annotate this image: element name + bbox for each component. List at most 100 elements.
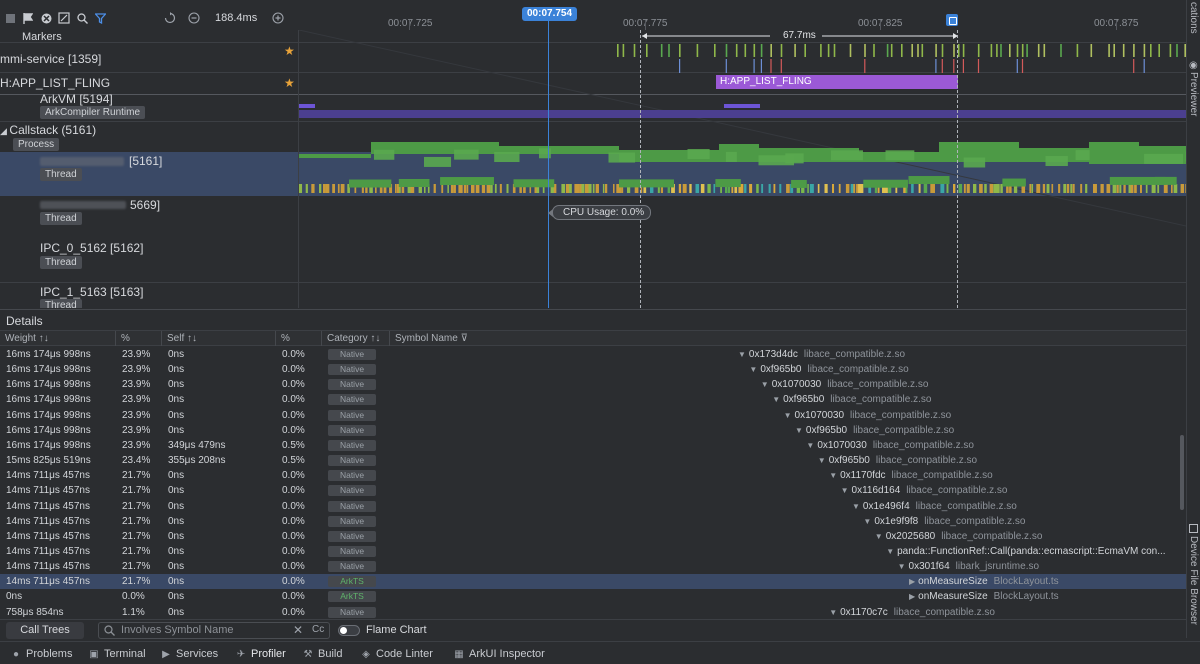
collapse-icon[interactable]: ▼ bbox=[818, 456, 826, 465]
table-row[interactable]: 14ms 711μs 457ns 21.7% 0ns 0.0% ArkTS ▶ onMeas… bbox=[0, 574, 1186, 590]
fling-lane-label[interactable]: H:APP_LIST_FLING bbox=[0, 76, 110, 90]
table-row[interactable]: 14ms 711μs 457ns 21.7% 0ns 0.0% Native ▼ 0x301… bbox=[0, 559, 1186, 574]
ipc0-lane-label[interactable]: IPC_0_5162 [5162] bbox=[40, 241, 143, 255]
fling-slice[interactable]: H:APP_LIST_FLING bbox=[716, 75, 958, 89]
expand-icon[interactable]: ▶ bbox=[909, 592, 915, 601]
tab-arkui-inspector[interactable]: ▦ ArkUI Inspector bbox=[453, 647, 545, 661]
range-end-handle[interactable] bbox=[946, 14, 958, 26]
collapse-icon[interactable]: ▼ bbox=[875, 532, 883, 541]
arkvm-lane-label[interactable]: ArkVM [5194] bbox=[40, 92, 113, 106]
table-row[interactable]: 14ms 711μs 457ns 21.7% 0ns 0.0% Native ▼ 0x116… bbox=[0, 483, 1186, 498]
symbol-cell[interactable]: ▼ 0x1170c7c libace_compatible.z.so bbox=[829, 605, 995, 619]
collapse-icon[interactable]: ▼ bbox=[841, 486, 849, 495]
table-row[interactable]: 758μs 854ns 1.1% 0ns 0.0% Native ▼ 0x1170c7c li… bbox=[0, 605, 1186, 619]
collapse-icon[interactable]: ▼ bbox=[829, 608, 837, 617]
collapse-icon[interactable]: ▼ bbox=[806, 441, 814, 450]
symbol-cell[interactable]: ▼ panda::FunctionRef::Call(panda::ecmascr… bbox=[886, 544, 1171, 559]
stop-icon[interactable] bbox=[2, 10, 18, 26]
tab-build[interactable]: ⚒ Build bbox=[302, 647, 343, 661]
thread-lane-label[interactable]: [5161] bbox=[129, 154, 162, 168]
table-row[interactable]: 14ms 711μs 457ns 21.7% 0ns 0.0% Native ▼ 0x1e9… bbox=[0, 514, 1186, 529]
tab-code-linter[interactable]: ◈ Code Linter bbox=[360, 647, 433, 661]
call-trees-button[interactable]: Call Trees bbox=[6, 622, 84, 639]
symbol-cell[interactable]: ▶ onMeasureSize BlockLayout.ts bbox=[909, 589, 1059, 604]
collapse-icon[interactable]: ▼ bbox=[852, 502, 860, 511]
symbol-cell[interactable]: ▼ 0x2025680 libace_compatible.z.so bbox=[875, 529, 1043, 544]
table-row[interactable]: 16ms 174μs 998ns 23.9% 0ns 0.0% Native ▼ 0x107… bbox=[0, 377, 1186, 392]
tab-terminal[interactable]: ▣ Terminal bbox=[88, 647, 145, 661]
zoom-in-icon[interactable] bbox=[270, 10, 286, 26]
collapse-icon[interactable]: ▼ bbox=[761, 380, 769, 389]
column-header-self[interactable]: Self ↑↓ bbox=[162, 331, 276, 346]
symbol-cell[interactable]: ▼ 0x1070030 libace_compatible.z.so bbox=[761, 377, 929, 392]
table-row[interactable]: 0ns 0.0% 0ns 0.0% ArkTS ▶ onMeasureSize BlockLa… bbox=[0, 589, 1186, 604]
column-header-category[interactable]: Category ↑↓ bbox=[322, 331, 390, 346]
symbol-cell[interactable]: ▼ 0x1070030 libace_compatible.z.so bbox=[806, 438, 974, 453]
table-row[interactable]: 14ms 711μs 457ns 21.7% 0ns 0.0% Native ▼ 0x1e4… bbox=[0, 499, 1186, 514]
table-row[interactable]: 14ms 711μs 457ns 21.7% 0ns 0.0% Native ▼ 0x117… bbox=[0, 468, 1186, 483]
collapse-icon[interactable]: ▼ bbox=[863, 517, 871, 526]
previewer-tab[interactable]: Previewer bbox=[1188, 72, 1199, 116]
flag-icon[interactable] bbox=[20, 10, 36, 26]
collapse-icon[interactable]: ▼ bbox=[784, 411, 792, 420]
cursor-time-badge[interactable]: 00:07.754 bbox=[522, 7, 578, 21]
collapse-icon[interactable]: ▼ bbox=[738, 350, 746, 359]
tab-profiler[interactable]: ✈ Profiler bbox=[235, 647, 286, 661]
column-header-weight-percent[interactable]: % bbox=[116, 331, 162, 346]
symbol-cell[interactable]: ▼ 0x173d4dc libace_compatible.z.so bbox=[738, 347, 905, 362]
table-row[interactable]: 16ms 174μs 998ns 23.9% 349μs 479ns 0.5% Nati… bbox=[0, 438, 1186, 453]
table-row[interactable]: 16ms 174μs 998ns 23.9% 0ns 0.0% Native ▼ 0x107… bbox=[0, 408, 1186, 423]
thread-lane-label[interactable]: 5669] bbox=[130, 198, 160, 212]
table-row[interactable]: 16ms 174μs 998ns 23.9% 0ns 0.0% Native ▼ 0xf96… bbox=[0, 392, 1186, 407]
symbol-cell[interactable]: ▼ 0x116d164 libace_compatible.z.so bbox=[841, 483, 1008, 498]
clear-search-icon[interactable]: ✕ bbox=[293, 623, 303, 637]
device-icon[interactable] bbox=[1189, 524, 1198, 533]
table-row[interactable]: 14ms 711μs 457ns 21.7% 0ns 0.0% Native ▼ 0x202… bbox=[0, 529, 1186, 544]
column-header-self-percent[interactable]: % bbox=[276, 331, 322, 346]
expand-icon[interactable]: ▶ bbox=[909, 577, 915, 586]
device-file-browser-tab[interactable]: Device File Browser bbox=[1188, 536, 1199, 625]
collapse-icon[interactable]: ◢ bbox=[0, 126, 9, 136]
fit-icon[interactable] bbox=[56, 10, 72, 26]
star-icon[interactable]: ★ bbox=[284, 44, 295, 58]
table-row[interactable]: 15ms 825μs 519ns 23.4% 355μs 208ns 0.5% Nati… bbox=[0, 453, 1186, 468]
zoom-out-icon[interactable] bbox=[186, 10, 202, 26]
ipc1-lane-label[interactable]: IPC_1_5163 [5163] bbox=[40, 285, 143, 299]
symbol-cell[interactable]: ▶ onMeasureSize BlockLayout.ts bbox=[909, 574, 1059, 589]
time-ruler[interactable]: 00:07.725 00:07.775 00:07.825 00:07.875 bbox=[299, 8, 1186, 30]
trace-tracks[interactable] bbox=[299, 30, 1186, 308]
flame-chart-toggle[interactable] bbox=[338, 625, 360, 636]
vertical-scrollbar[interactable] bbox=[1180, 435, 1184, 510]
tab-services[interactable]: ▶ Services bbox=[160, 647, 218, 661]
collapse-icon[interactable]: ▼ bbox=[886, 547, 894, 556]
star-icon[interactable]: ★ bbox=[284, 76, 295, 90]
symbol-cell[interactable]: ▼ 0x1e9f9f8 libace_compatible.z.so bbox=[863, 514, 1025, 529]
collapse-icon[interactable]: ▼ bbox=[749, 365, 757, 374]
column-header-weight[interactable]: Weight ↑↓ bbox=[0, 331, 116, 346]
filter-icon[interactable] bbox=[92, 10, 108, 26]
symbol-cell[interactable]: ▼ 0x1070030 libace_compatible.z.so bbox=[784, 408, 952, 423]
column-header-symbol-name[interactable]: Symbol Name ⊽ bbox=[390, 331, 1186, 346]
symbol-cell[interactable]: ▼ 0x1e496f4 libace_compatible.z.so bbox=[852, 499, 1017, 514]
symbol-cell[interactable]: ▼ 0xf965b0 libace_compatible.z.so bbox=[795, 423, 954, 438]
search-icon[interactable] bbox=[74, 10, 90, 26]
mmi-service-lane-label[interactable]: mmi-service [1359] bbox=[0, 52, 101, 66]
table-row[interactable]: 16ms 174μs 998ns 23.9% 0ns 0.0% Native ▼ 0xf96… bbox=[0, 362, 1186, 377]
reset-icon[interactable] bbox=[162, 10, 178, 26]
symbol-cell[interactable]: ▼ 0xf965b0 libace_compatible.z.so bbox=[772, 392, 931, 407]
eye-icon[interactable]: ◉ bbox=[1189, 60, 1198, 71]
clear-icon[interactable] bbox=[38, 10, 54, 26]
collapse-icon[interactable]: ▼ bbox=[795, 426, 803, 435]
match-case-toggle[interactable]: Cc bbox=[312, 624, 324, 635]
table-row[interactable]: 16ms 174μs 998ns 23.9% 0ns 0.0% Native ▼ 0x173… bbox=[0, 347, 1186, 362]
collapse-icon[interactable]: ▼ bbox=[772, 395, 780, 404]
callstack-lane-label[interactable]: ◢ Callstack (5161) bbox=[0, 123, 96, 137]
collapse-icon[interactable]: ▼ bbox=[898, 562, 906, 571]
symbol-cell[interactable]: ▼ 0x1170fdc libace_compatible.z.so bbox=[829, 468, 993, 483]
symbol-cell[interactable]: ▼ 0x301f64 libark_jsruntime.so bbox=[898, 559, 1039, 574]
table-row[interactable]: 14ms 711μs 457ns 21.7% 0ns 0.0% Native ▼ panda… bbox=[0, 544, 1186, 559]
symbol-cell[interactable]: ▼ 0xf965b0 libace_compatible.z.so bbox=[749, 362, 908, 377]
tool-window-label[interactable]: cations bbox=[1188, 2, 1199, 34]
collapse-icon[interactable]: ▼ bbox=[829, 471, 837, 480]
symbol-cell[interactable]: ▼ 0xf965b0 libace_compatible.z.so bbox=[818, 453, 977, 468]
